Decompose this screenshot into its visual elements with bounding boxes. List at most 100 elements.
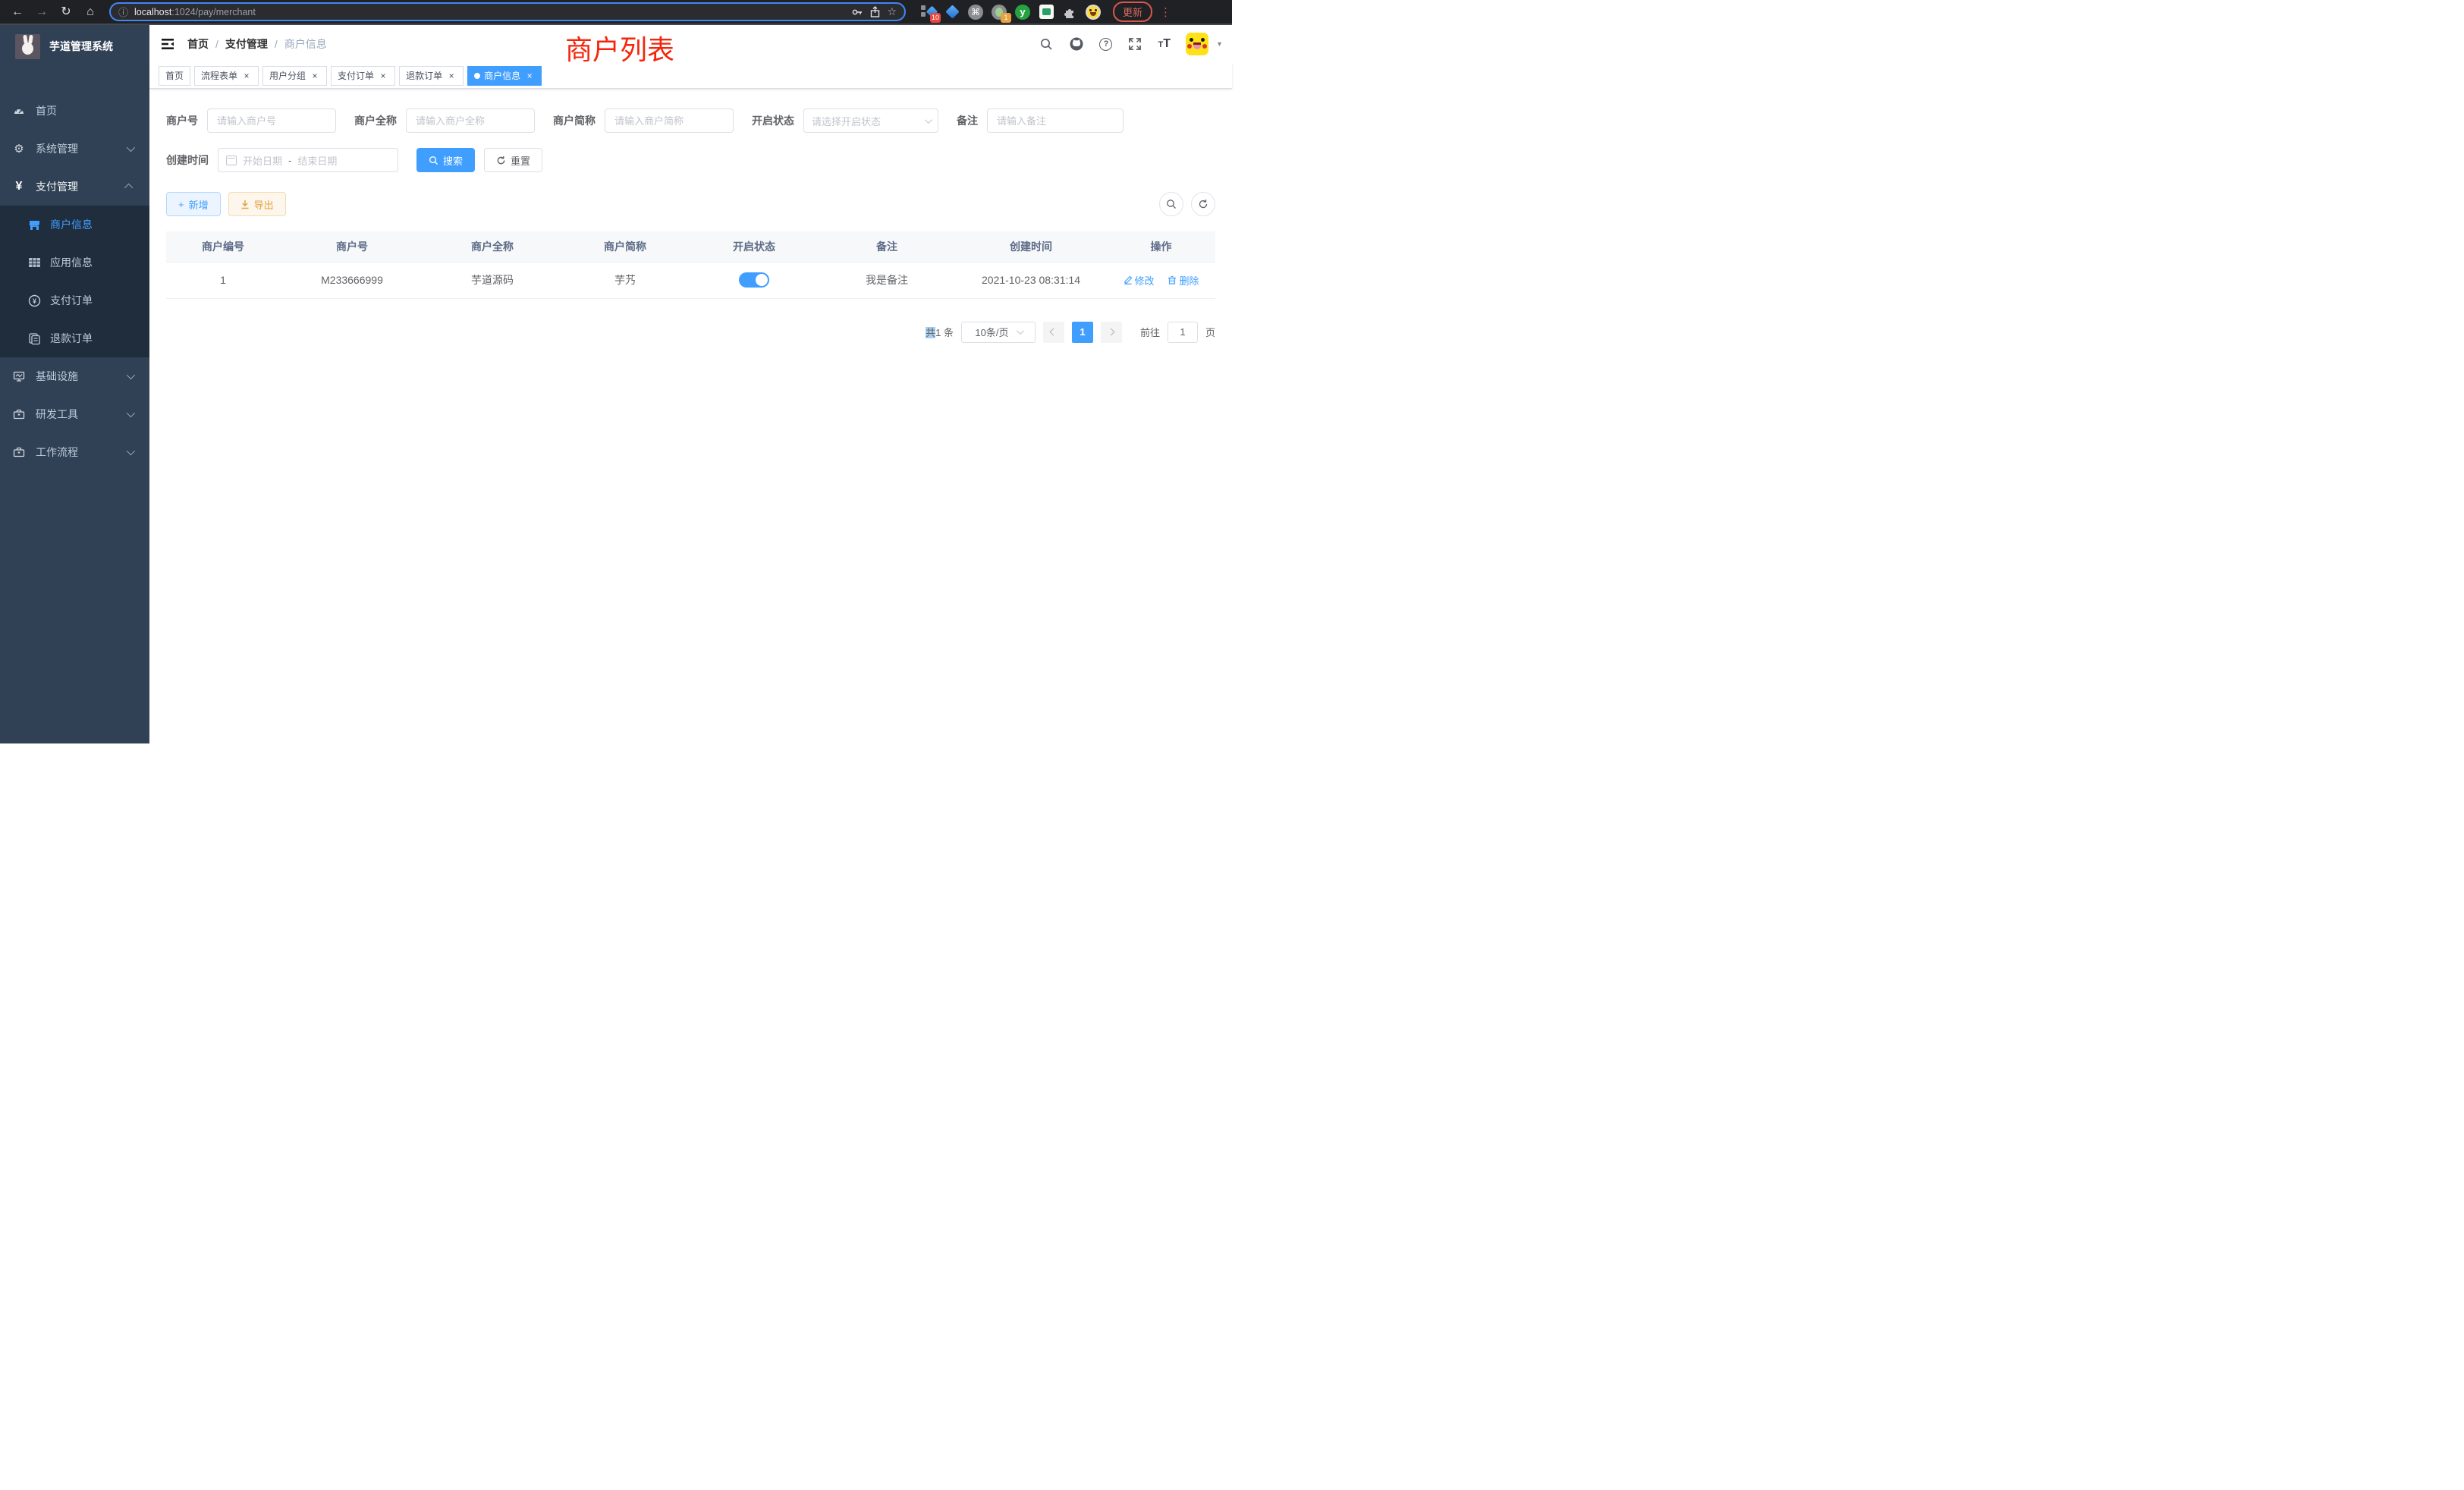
page-number-1[interactable]: 1	[1072, 322, 1093, 343]
full-name-input[interactable]	[406, 108, 535, 133]
close-icon[interactable]: ×	[446, 71, 457, 81]
browser-reload-icon[interactable]: ↻	[56, 6, 76, 18]
extension-y-icon[interactable]: y	[1015, 5, 1030, 20]
page-size-select[interactable]: 10条/页	[961, 322, 1036, 343]
add-button[interactable]: + 新增	[166, 192, 221, 216]
plus-icon: +	[178, 199, 184, 210]
goto-page-input[interactable]	[1168, 322, 1198, 343]
extension-gem-icon[interactable]	[944, 5, 960, 20]
dashboard-icon	[13, 105, 25, 117]
chevron-up-icon	[124, 184, 133, 192]
tab-refund-order[interactable]: 退款订单×	[399, 66, 464, 86]
site-info-icon[interactable]: ⓘ	[118, 5, 128, 19]
sidebar-logo[interactable]: 芋道管理系统	[0, 25, 149, 68]
date-separator: -	[288, 155, 291, 166]
refresh-icon[interactable]	[1191, 192, 1215, 216]
command-glyph: ⌘	[968, 5, 983, 20]
cell-operations: 修改 删除	[1107, 262, 1215, 298]
github-icon[interactable]	[1069, 36, 1084, 52]
browser-menu-icon[interactable]: ⋮	[1160, 5, 1171, 19]
reset-button-label: 重置	[511, 153, 530, 168]
export-button[interactable]: 导出	[228, 192, 286, 216]
prev-page-button[interactable]	[1043, 322, 1064, 343]
extension-command-icon[interactable]: ⌘	[968, 5, 983, 20]
add-button-label: 新增	[189, 197, 209, 212]
address-bar[interactable]: ⓘ localhost:1024/pay/merchant ☆	[109, 2, 906, 21]
browser-home-icon[interactable]: ⌂	[80, 6, 100, 18]
breadcrumb-home[interactable]: 首页	[187, 36, 209, 52]
header-search-icon[interactable]	[1039, 36, 1054, 52]
merchant-no-input[interactable]	[207, 108, 336, 133]
sidebar-item-pay-order[interactable]: ¥ 支付订单	[0, 281, 149, 319]
profile-avatar[interactable]	[1086, 5, 1101, 20]
short-name-input[interactable]	[605, 108, 734, 133]
field-label: 备注	[957, 113, 978, 128]
page-suffix: 页	[1205, 325, 1215, 339]
hamburger-icon[interactable]	[160, 36, 175, 52]
extensions-puzzle-icon[interactable]	[1062, 5, 1077, 20]
column-header: 创建时间	[955, 231, 1107, 262]
sidebar-item-infra[interactable]: 基础设施	[0, 357, 149, 395]
export-button-label: 导出	[254, 197, 274, 212]
sidebar-item-devtools[interactable]: 研发工具	[0, 395, 149, 433]
tab-home[interactable]: 首页	[159, 66, 190, 86]
font-size-icon[interactable]: TT	[1158, 37, 1171, 51]
rabbit-logo-icon	[15, 34, 40, 59]
sidebar-item-application[interactable]: 应用信息	[0, 244, 149, 281]
extension-chat-icon[interactable]	[1039, 5, 1054, 20]
pagination-total: 共1 条	[926, 325, 954, 339]
close-icon[interactable]: ×	[378, 71, 388, 81]
breadcrumb: 首页 / 支付管理 / 商户信息	[187, 36, 327, 52]
tab-label: 商户信息	[484, 69, 520, 82]
page-size-value: 10条/页	[975, 325, 1008, 339]
field-status: 开启状态 请选择开启状态	[752, 108, 938, 133]
tab-label: 用户分组	[269, 69, 306, 82]
column-header: 开启状态	[690, 231, 819, 262]
user-avatar[interactable]	[1186, 33, 1208, 55]
sidebar-item-payment[interactable]: ¥ 支付管理	[0, 168, 149, 206]
tab-pay-order[interactable]: 支付订单×	[331, 66, 395, 86]
breadcrumb-payment[interactable]: 支付管理	[225, 36, 268, 52]
sidebar-item-workflow[interactable]: 工作流程	[0, 433, 149, 471]
toggle-search-icon[interactable]	[1159, 192, 1183, 216]
browser-update-button[interactable]: 更新	[1113, 2, 1152, 22]
tab-process-form[interactable]: 流程表单×	[194, 66, 259, 86]
delete-link[interactable]: 删除	[1168, 273, 1199, 288]
app-shell: 芋道管理系统 首页 ⚙ 系统管理 ¥ 支付管理	[0, 25, 1232, 743]
remark-input[interactable]	[987, 108, 1124, 133]
browser-chrome: ← → ↻ ⌂ ⓘ localhost:1024/pay/merchant ☆ …	[0, 0, 1232, 25]
close-icon[interactable]: ×	[241, 71, 252, 81]
cell-short-name: 芋艿	[561, 262, 690, 298]
sidebar-item-merchant[interactable]: 商户信息	[0, 206, 149, 244]
browser-forward-icon[interactable]: →	[32, 6, 52, 18]
avatar-caret-icon[interactable]: ▾	[1218, 40, 1221, 49]
sidebar-item-refund-order[interactable]: 退款订单	[0, 319, 149, 357]
close-icon[interactable]: ×	[524, 71, 535, 81]
close-icon[interactable]: ×	[310, 71, 320, 81]
password-key-icon[interactable]	[851, 6, 863, 18]
tab-user-group[interactable]: 用户分组 ×	[262, 66, 327, 86]
next-page-button[interactable]	[1101, 322, 1122, 343]
share-icon[interactable]	[869, 6, 881, 18]
cell-remark: 我是备注	[819, 262, 955, 298]
fullscreen-icon[interactable]	[1127, 36, 1142, 52]
bookmark-star-icon[interactable]: ☆	[887, 5, 897, 18]
field-merchant-no: 商户号	[166, 108, 336, 133]
help-icon[interactable]: ?	[1099, 38, 1112, 51]
edit-link[interactable]: 修改	[1124, 273, 1155, 288]
tab-merchant-info[interactable]: 商户信息 ×	[467, 66, 542, 86]
status-select[interactable]: 请选择开启状态	[803, 108, 938, 133]
date-range-picker[interactable]: 开始日期 - 结束日期	[218, 148, 398, 172]
search-form-row-2: 创建时间 开始日期 - 结束日期 搜索 重置	[166, 148, 1215, 172]
column-header: 商户简称	[561, 231, 690, 262]
emoji-mouth	[1090, 12, 1096, 16]
sidebar-item-home[interactable]: 首页	[0, 92, 149, 130]
extension-sketch-icon[interactable]: 10	[921, 5, 936, 20]
sidebar-item-label: 支付管理	[36, 179, 78, 194]
search-button[interactable]: 搜索	[416, 148, 475, 172]
status-toggle[interactable]	[739, 272, 769, 288]
sidebar-item-system[interactable]: ⚙ 系统管理	[0, 130, 149, 168]
browser-back-icon[interactable]: ←	[8, 6, 27, 18]
reset-button[interactable]: 重置	[484, 148, 542, 172]
extension-recorder-icon[interactable]: 1	[992, 5, 1007, 20]
